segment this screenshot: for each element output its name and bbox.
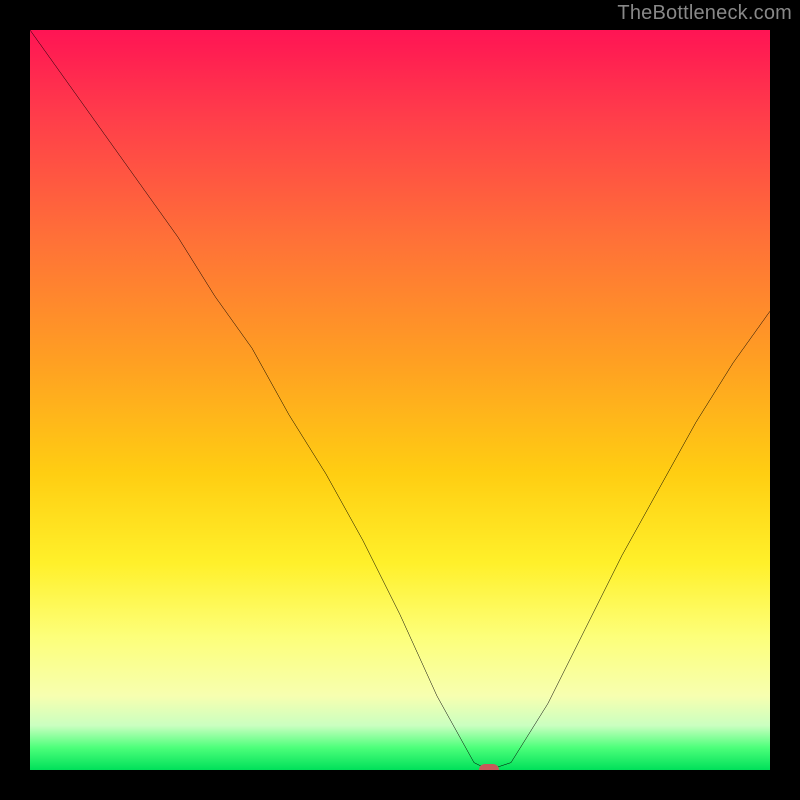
bottleneck-curve — [30, 30, 770, 770]
attribution-text: TheBottleneck.com — [617, 2, 792, 25]
optimal-marker — [479, 764, 499, 770]
chart-frame: TheBottleneck.com — [0, 0, 800, 800]
plot-area — [30, 30, 770, 770]
